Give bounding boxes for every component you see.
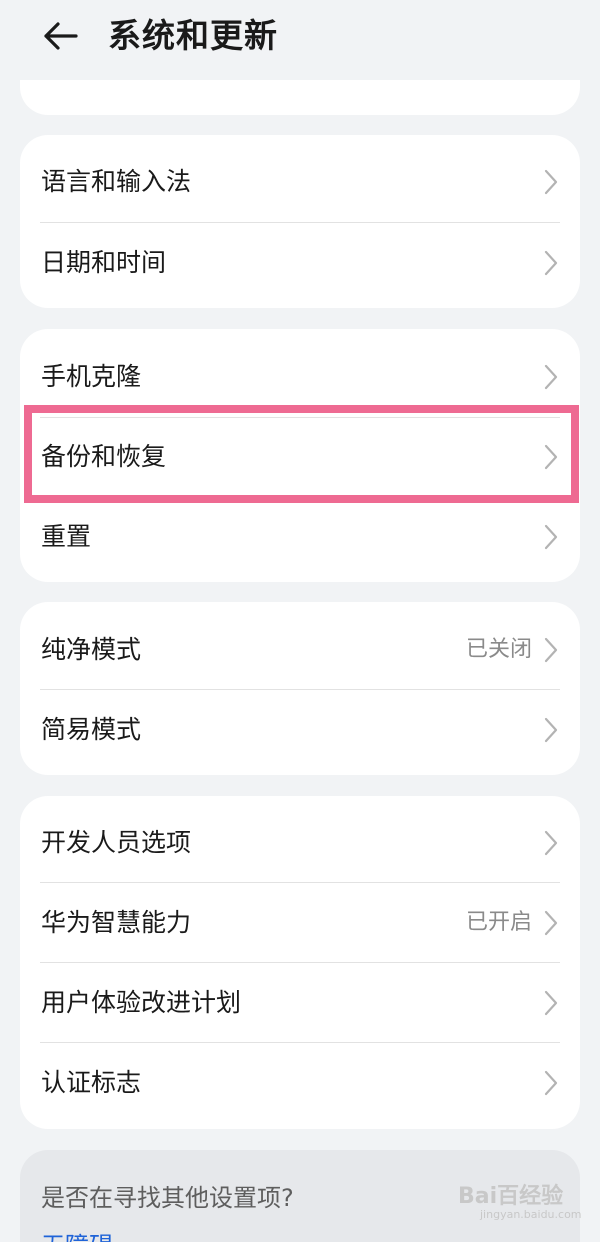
chevron-right-icon [544,910,558,936]
find-more-title: 是否在寻找其他设置项? [41,1184,294,1212]
settings-item-developer-options[interactable]: 开发人员选项 [20,803,580,883]
chevron-right-icon [544,250,558,276]
highlight-frame [24,405,579,503]
chevron-right-icon [544,1070,558,1096]
baidu-jingyan-watermark: Bai百经验 [458,1184,564,1209]
settings-item-label: 用户体验改进计划 [41,988,242,1017]
arrow-left-icon [44,22,78,50]
back-button[interactable] [38,14,82,58]
settings-item-huawei-smart[interactable]: 华为智慧能力 已开启 [20,883,580,963]
settings-item-certification[interactable]: 认证标志 [20,1043,580,1123]
settings-item-label: 华为智慧能力 [41,908,192,937]
chevron-right-icon [544,169,558,195]
settings-item-label: 语言和输入法 [41,167,192,196]
settings-item-label: 简易模式 [41,715,142,744]
chevron-right-icon [544,524,558,550]
settings-card-modes: 纯净模式 已关闭 简易模式 [20,602,580,775]
settings-item-reset[interactable]: 重置 [20,497,580,577]
settings-item-status: 已开启 [465,910,532,935]
settings-item-label: 日期和时间 [41,248,167,277]
chevron-right-icon [544,364,558,390]
settings-item-label: 认证标志 [41,1068,142,1097]
page-title: 系统和更新 [108,16,278,55]
settings-item-label: 纯净模式 [41,635,142,664]
chevron-right-icon [544,830,558,856]
settings-card-developer: 开发人员选项 华为智慧能力 已开启 用户体验改进计划 认证标志 [20,796,580,1129]
settings-item-status: 已关闭 [465,637,532,662]
chevron-right-icon [544,990,558,1016]
settings-item-user-experience[interactable]: 用户体验改进计划 [20,963,580,1043]
settings-card-language-time: 语言和输入法 日期和时间 [20,135,580,308]
settings-item-date-time[interactable]: 日期和时间 [20,223,580,303]
settings-item-simple-mode[interactable]: 简易模式 [20,690,580,770]
baidu-jingyan-watermark-url: jingyan.baidu.com [480,1208,582,1221]
settings-item-pure-mode[interactable]: 纯净模式 已关闭 [20,610,580,690]
settings-item-label: 重置 [41,522,92,551]
title-bar: 系统和更新 [0,0,600,80]
accessibility-link[interactable]: 无障碍 [41,1226,113,1242]
settings-item-label: 开发人员选项 [41,828,192,857]
settings-item-language-input[interactable]: 语言和输入法 [20,142,580,222]
chevron-right-icon [544,717,558,743]
chevron-right-icon [544,637,558,663]
